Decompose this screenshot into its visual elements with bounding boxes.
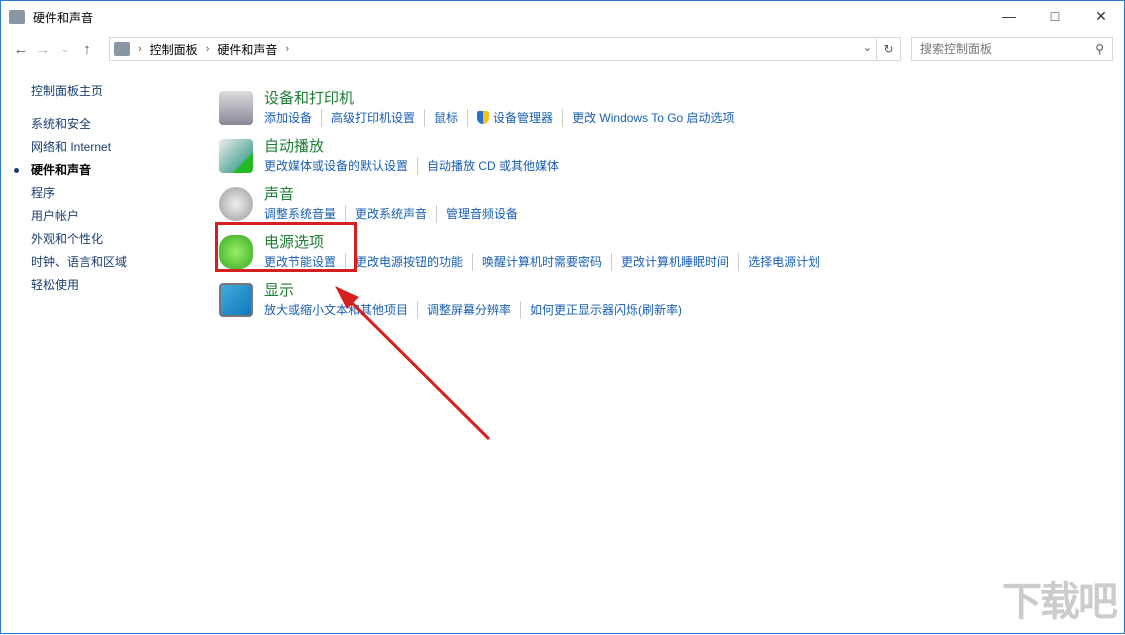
annotation-arrow [1, 1, 1125, 635]
watermark-logo: 下载吧 [1002, 569, 1116, 627]
